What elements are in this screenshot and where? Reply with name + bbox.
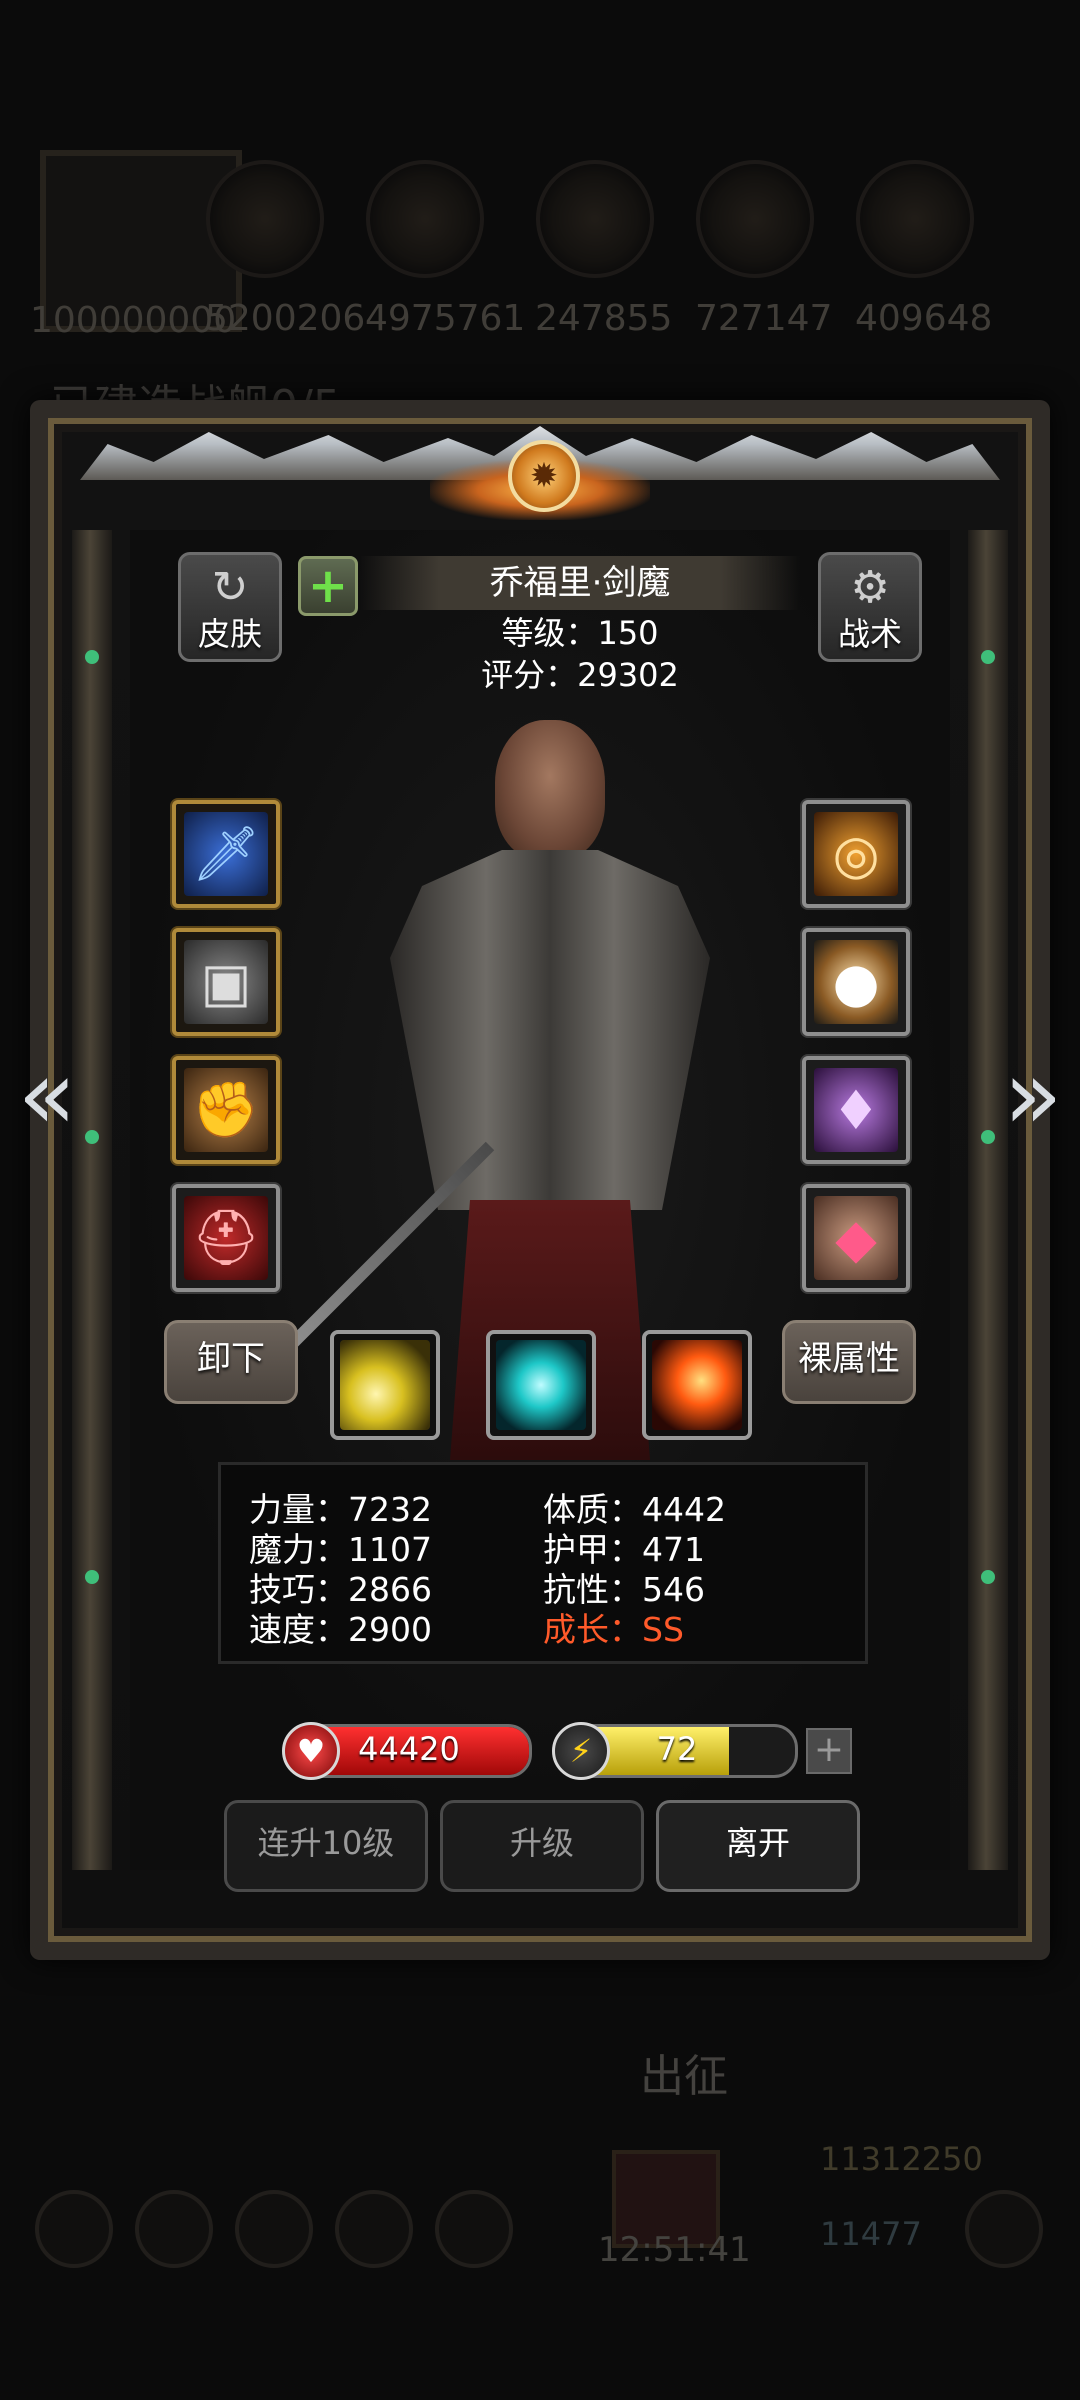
nav-icon <box>35 2190 113 2268</box>
unequip-button[interactable]: 卸下 <box>164 1320 298 1404</box>
amulet-icon: ◆ <box>814 1196 898 1280</box>
level-up-10-button[interactable]: 连升10级 <box>224 1800 428 1892</box>
growth-label: 成长： <box>543 1610 642 1649</box>
resource-value: 247855 <box>535 298 673 339</box>
hero-score: 评分：29302 <box>481 656 679 694</box>
resource-icon <box>856 160 974 278</box>
leave-button[interactable]: 离开 <box>656 1800 860 1892</box>
nav-icon <box>135 2190 213 2268</box>
equip-slot-amulet[interactable]: ◆ <box>802 1184 910 1292</box>
nav-icon <box>335 2190 413 2268</box>
level-up-button[interactable]: 升级 <box>440 1800 644 1892</box>
resource-bar: 100000000 5200206 4975761 247855 727147 … <box>30 150 1070 341</box>
nav-icon <box>435 2190 513 2268</box>
resource-slot: 409648 <box>855 150 993 339</box>
bottom-nav <box>30 2180 1050 2320</box>
stat-speed: 速度：2900 <box>249 1610 432 1649</box>
equip-slot-orb[interactable]: ● <box>802 928 910 1036</box>
gauntlet-icon: ✊ <box>184 1068 268 1152</box>
resource-value: 409648 <box>855 298 993 339</box>
lantern-icon: ♦ <box>814 1068 898 1152</box>
nav-icon <box>235 2190 313 2268</box>
equip-slot-helmet[interactable]: ⛑ <box>172 1184 280 1292</box>
chest-armor-icon: ▣ <box>184 940 268 1024</box>
resource-value: 4975761 <box>365 298 526 339</box>
nav-icon <box>965 2190 1043 2268</box>
skin-label: 皮肤 <box>197 615 262 653</box>
gear-icon: ⚙ <box>850 562 890 613</box>
resource-value: 100000000 <box>30 300 237 341</box>
resource-slot: 100000000 <box>30 150 237 341</box>
stats-panel: 力量：7232 魔力：1107 技巧：2866 速度：2900 体质：4442 … <box>218 1462 868 1664</box>
hero-name: 乔福里·剑魔 <box>360 556 800 610</box>
stat-growth: 成长：SS <box>543 1603 684 1651</box>
equip-slot-armor[interactable]: ▣ <box>172 928 280 1036</box>
skill-slot-1[interactable] <box>330 1330 440 1440</box>
resource-icon <box>696 160 814 278</box>
orb-icon: ● <box>814 940 898 1024</box>
resource-slot: 4975761 <box>365 150 526 339</box>
resource-slot: 5200206 <box>205 150 366 339</box>
refresh-shirt-icon: ↻ <box>211 562 249 613</box>
fire-strike-icon <box>652 1340 742 1430</box>
lightning-icon: ⚡ <box>552 1722 610 1780</box>
skill-slot-2[interactable] <box>486 1330 596 1440</box>
tactic-label: 战术 <box>837 615 902 653</box>
depart-label: 出征 <box>640 2051 728 2102</box>
hero-level: 等级：150 <box>501 614 659 652</box>
sword-icon: 🗡 <box>184 812 268 896</box>
add-hero-button[interactable]: + <box>298 556 358 616</box>
equip-slot-weapon[interactable]: 🗡 <box>172 800 280 908</box>
resource-icon <box>366 160 484 278</box>
right-pillar <box>968 530 1008 1870</box>
gold-amount: 11312250 <box>820 2140 983 2178</box>
tactic-button[interactable]: ⚙ 战术 <box>818 552 922 662</box>
resource-slot: 727147 <box>695 150 833 339</box>
add-energy-button[interactable]: + <box>806 1728 852 1774</box>
heart-icon: ♥ <box>282 1722 340 1780</box>
resource-value: 5200206 <box>205 298 366 339</box>
helmet-icon: ⛑ <box>184 1196 268 1280</box>
equip-slot-lantern[interactable]: ♦ <box>802 1056 910 1164</box>
slash-light-icon <box>340 1340 430 1430</box>
equip-slot-gloves[interactable]: ✊ <box>172 1056 280 1164</box>
wind-blade-icon <box>496 1340 586 1430</box>
resource-icon <box>206 160 324 278</box>
left-pillar <box>72 530 112 1870</box>
skill-slot-3[interactable] <box>642 1330 752 1440</box>
equip-slot-ring[interactable]: ◎ <box>802 800 910 908</box>
growth-value: SS <box>642 1610 684 1649</box>
skin-button[interactable]: ↻ 皮肤 <box>178 552 282 662</box>
resource-icon <box>536 160 654 278</box>
resource-slot: 247855 <box>535 150 673 339</box>
resource-value: 727147 <box>695 298 833 339</box>
base-attributes-button[interactable]: 裸属性 <box>782 1320 916 1404</box>
crest-emblem-icon: ✹ <box>508 440 580 512</box>
previous-hero-arrow-icon[interactable]: « <box>12 1047 82 1143</box>
flame-ring-icon: ◎ <box>814 812 898 896</box>
next-hero-arrow-icon[interactable]: » <box>998 1047 1068 1143</box>
